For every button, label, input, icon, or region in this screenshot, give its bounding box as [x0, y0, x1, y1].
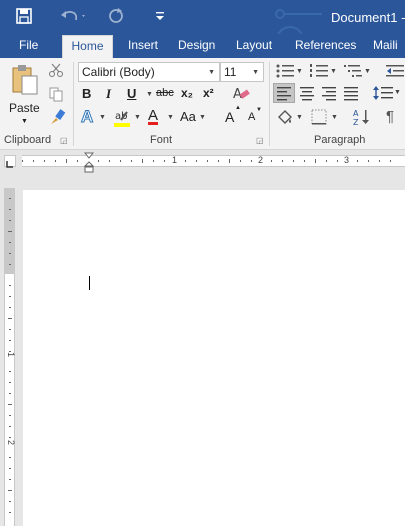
document-page[interactable] [23, 190, 405, 526]
cut-icon[interactable] [48, 62, 64, 78]
font-size-dropdown[interactable]: 11 ▼ [220, 62, 264, 82]
font-launcher-icon[interactable]: ◲ [256, 136, 264, 145]
highlight-caret-icon[interactable]: ▼ [134, 114, 141, 121]
text-effects-caret-icon[interactable]: ▼ [99, 114, 106, 121]
italic-button[interactable]: I [106, 86, 111, 102]
align-left-icon[interactable] [273, 83, 295, 103]
tab-home[interactable]: Home [62, 35, 113, 58]
copy-icon[interactable] [48, 86, 64, 102]
redo-icon[interactable] [106, 6, 126, 26]
borders-icon[interactable] [310, 108, 328, 126]
paste-caret-icon: ▼ [21, 118, 28, 125]
clipboard-group-label: Clipboard [4, 134, 52, 146]
separator [73, 62, 74, 146]
font-size-value: 11 [224, 65, 237, 79]
borders-caret-icon[interactable]: ▼ [331, 114, 338, 121]
clipboard-icon [11, 64, 39, 99]
strikethrough-button[interactable]: abc [156, 87, 174, 99]
subscript-button[interactable]: x₂ [181, 86, 193, 100]
save-icon[interactable] [14, 6, 34, 26]
grow-font-arrow-icon: ▲ [235, 105, 241, 111]
multilevel-caret-icon[interactable]: ▼ [364, 68, 371, 75]
text-cursor [89, 276, 90, 290]
underline-button[interactable]: U [127, 86, 136, 101]
shading-icon[interactable] [275, 107, 295, 127]
numbering-caret-icon[interactable]: ▼ [330, 68, 337, 75]
format-painter-icon[interactable] [48, 108, 66, 126]
paste-button[interactable]: Paste ▼ [7, 62, 41, 130]
line-spacing-icon[interactable] [372, 84, 394, 102]
clear-formatting-icon[interactable]: A [232, 84, 250, 102]
ribbon-tabs: File Home Insert Design Layout Reference… [0, 34, 405, 58]
indent-marker-icon[interactable] [83, 152, 95, 173]
vruler-number: 1 [6, 352, 16, 358]
multilevel-list-icon[interactable] [343, 63, 363, 79]
superscript-button[interactable]: x² [203, 86, 214, 100]
undo-icon[interactable] [58, 6, 88, 26]
align-right-icon[interactable] [319, 84, 339, 102]
change-case-button[interactable]: Aa [180, 109, 196, 124]
text-effects-button[interactable]: A [80, 107, 93, 127]
font-color-button[interactable]: A [148, 107, 158, 124]
align-center-icon[interactable] [297, 84, 317, 102]
bullets-caret-icon[interactable]: ▼ [296, 68, 303, 75]
vruler-number: 2 [6, 440, 16, 446]
underline-caret-icon[interactable]: ▼ [146, 91, 153, 98]
document-title: Document1 - [331, 10, 405, 25]
customize-qat-icon[interactable] [154, 8, 166, 24]
separator [269, 62, 270, 146]
ruler-number: 2 [258, 155, 264, 165]
shrink-font-arrow-icon: ▼ [256, 107, 262, 113]
font-name-dropdown[interactable]: Calibri (Body) ▼ [78, 62, 220, 82]
word-window: Document1 - File Home Insert Design Layo… [0, 0, 405, 526]
ruler-number: 3 [344, 155, 350, 165]
bold-button[interactable]: B [82, 86, 91, 101]
tab-selector-icon[interactable] [4, 155, 16, 168]
change-case-caret-icon[interactable]: ▼ [199, 114, 206, 121]
ribbon: Paste ▼ Clipboard ◲ Calibri (Body) ▼ 11 … [0, 58, 405, 150]
decrease-indent-icon[interactable] [385, 63, 405, 79]
ruler-track[interactable]: 1 2 3 [22, 155, 405, 167]
highlight-icon[interactable]: ab [112, 108, 132, 128]
tab-insert[interactable]: Insert [128, 34, 158, 58]
tab-file[interactable]: File [19, 34, 38, 58]
chevron-down-icon: ▼ [208, 69, 215, 76]
justify-icon[interactable] [341, 84, 361, 102]
font-color-caret-icon[interactable]: ▼ [167, 114, 174, 121]
tab-layout[interactable]: Layout [236, 34, 272, 58]
tab-references[interactable]: References [295, 34, 356, 58]
paragraph-group-label: Paragraph [314, 134, 366, 146]
tab-mailings[interactable]: Maili [373, 34, 398, 58]
vertical-ruler: 1 2 [4, 188, 16, 526]
shading-caret-icon[interactable]: ▼ [296, 114, 303, 121]
tab-design[interactable]: Design [178, 34, 215, 58]
bullets-icon[interactable] [275, 63, 295, 79]
sort-icon[interactable]: AZ [352, 107, 372, 127]
show-formatting-button[interactable]: ¶ [386, 108, 394, 125]
paste-label: Paste [9, 101, 40, 115]
line-spacing-caret-icon[interactable]: ▼ [394, 89, 401, 96]
ruler-number: 1 [172, 155, 178, 165]
chevron-down-icon: ▼ [252, 69, 259, 76]
font-group-label: Font [150, 134, 173, 146]
title-bar: Document1 - [0, 0, 405, 54]
shrink-font-button[interactable]: A [248, 111, 255, 123]
numbering-icon[interactable] [309, 63, 329, 79]
svg-text:Z: Z [353, 118, 359, 127]
clipboard-launcher-icon[interactable]: ◲ [60, 136, 68, 145]
svg-text:A: A [353, 109, 359, 118]
font-name-value: Calibri (Body) [82, 65, 155, 79]
grow-font-button[interactable]: A [225, 109, 234, 125]
